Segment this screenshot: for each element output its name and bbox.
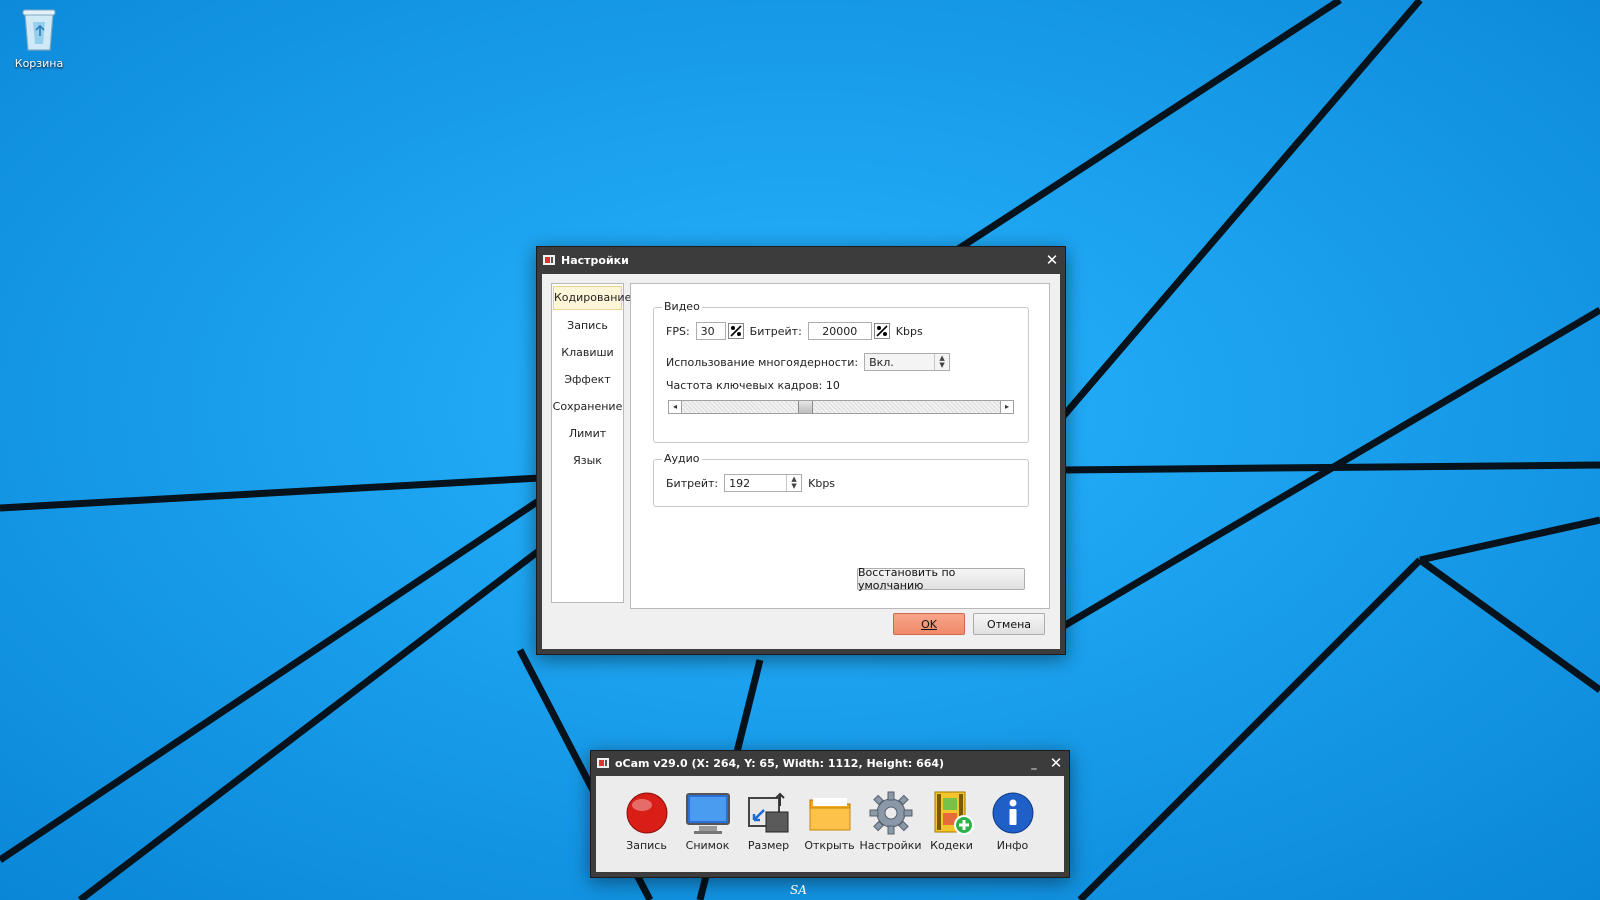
- fps-label: FPS:: [666, 324, 690, 338]
- nav-item-encoding[interactable]: Кодирование: [553, 286, 631, 310]
- ocam-close-button[interactable]: ✕: [1043, 752, 1069, 774]
- video-bitrate-input[interactable]: 20000: [807, 322, 872, 340]
- ocam-toolbar: Запись Снимок Размер Открыть Настройки К…: [596, 776, 1064, 872]
- monitor-icon: [685, 793, 730, 834]
- multicore-select[interactable]: Вкл. ▲ ▼: [864, 353, 951, 371]
- settings-titlebar[interactable]: Настройки ✕: [537, 247, 1065, 273]
- screenshot-label: Снимок: [685, 839, 730, 852]
- video-bitrate-value: 20000: [822, 324, 858, 338]
- nav-item-saving[interactable]: Сохранение: [552, 393, 623, 420]
- video-bitrate-unit: Kbps: [895, 324, 923, 338]
- audio-bitrate-value: 192: [729, 476, 751, 490]
- info-button[interactable]: Инфо: [982, 776, 1043, 872]
- keyframe-label: Частота ключевых кадров: 10: [666, 379, 840, 392]
- nav-item-language[interactable]: Язык: [552, 447, 623, 474]
- nav-item-effect[interactable]: Эффект: [552, 366, 623, 393]
- recycle-bin-shortcut[interactable]: Корзина: [10, 6, 68, 70]
- codecs-button[interactable]: Кодеки: [921, 776, 982, 872]
- multicore-row: Использование многоядерности: Вкл. ▲ ▼: [666, 353, 951, 371]
- keyframe-slider[interactable]: ◂ ▸: [668, 400, 1014, 414]
- audio-bitrate-label: Битрейт:: [666, 476, 719, 490]
- multicore-label: Использование многоядерности:: [666, 355, 859, 369]
- settings-title: Настройки: [561, 253, 629, 267]
- audio-group: Аудио Битрейт: 192 ▲ ▼ Kbps: [653, 452, 1029, 507]
- encoding-panel: Видео FPS: 30 Битрейт: 20000 Kbps Исполь…: [630, 283, 1050, 609]
- settings-button[interactable]: Настройки: [859, 776, 922, 872]
- screenshot-button[interactable]: Снимок: [677, 776, 738, 872]
- keyframe-row: Частота ключевых кадров: 10: [666, 379, 840, 392]
- recycle-bin-icon: [22, 9, 56, 51]
- keyframe-slider-thumb[interactable]: [797, 401, 813, 413]
- settings-label: Настройки: [859, 839, 922, 852]
- resize-icon: [747, 792, 788, 833]
- info-icon: [992, 792, 1033, 834]
- settings-close-button[interactable]: ✕: [1039, 249, 1065, 271]
- audio-bitrate-unit: Kbps: [808, 476, 836, 490]
- settings-dialog: Настройки ✕ Кодирование Запись Клавиши Э…: [536, 246, 1066, 655]
- minimize-button[interactable]: _: [1025, 757, 1043, 770]
- audio-bitrate-input[interactable]: 192 ▲ ▼: [724, 474, 803, 492]
- settings-client-area: Кодирование Запись Клавиши Эффект Сохран…: [542, 274, 1060, 649]
- slider-left-arrow-icon[interactable]: ◂: [669, 401, 682, 413]
- nav-item-limit[interactable]: Лимит: [552, 420, 623, 447]
- folder-icon: [809, 798, 850, 831]
- taskbar-label: SA: [790, 883, 807, 897]
- cancel-button[interactable]: Отмена: [973, 613, 1045, 635]
- ocam-titlebar[interactable]: oCam v29.0 (X: 264, Y: 65, Width: 1112, …: [591, 751, 1069, 775]
- multicore-value: Вкл.: [869, 355, 894, 369]
- resize-label: Размер: [747, 839, 790, 852]
- record-label: Запись: [626, 839, 667, 852]
- codec-film-icon: [934, 791, 974, 835]
- nav-item-hotkeys[interactable]: Клавиши: [552, 339, 623, 366]
- multicore-spin-icon[interactable]: ▲ ▼: [934, 354, 949, 370]
- close-icon: ✕: [1049, 754, 1063, 772]
- codecs-label: Кодеки: [930, 839, 973, 852]
- video-bitrate-label: Битрейт:: [749, 324, 802, 338]
- open-button[interactable]: Открыть: [799, 776, 860, 872]
- bitrate-percent-button[interactable]: [873, 323, 890, 339]
- audio-bitrate-row: Битрейт: 192 ▲ ▼ Kbps: [666, 474, 835, 492]
- restore-defaults-button[interactable]: Восстановить по умолчанию: [857, 566, 1025, 592]
- ok-label: OK: [921, 617, 937, 631]
- ocam-app-icon: [543, 255, 555, 265]
- fps-percent-button[interactable]: [727, 323, 744, 339]
- nav-item-recording[interactable]: Запись: [552, 312, 623, 339]
- record-button[interactable]: Запись: [616, 776, 677, 872]
- close-icon: ✕: [1045, 251, 1059, 269]
- audio-spin-icon[interactable]: ▲ ▼: [786, 475, 801, 491]
- info-label: Инфо: [996, 839, 1029, 852]
- slider-right-arrow-icon[interactable]: ▸: [1000, 401, 1013, 413]
- fps-value: 30: [700, 324, 715, 338]
- ocam-window: oCam v29.0 (X: 264, Y: 65, Width: 1112, …: [590, 750, 1070, 878]
- video-group-title: Видео: [662, 300, 702, 313]
- open-label: Открыть: [804, 839, 855, 852]
- record-icon: [626, 792, 667, 834]
- ok-button[interactable]: OK: [893, 613, 965, 635]
- percent-icon: [873, 323, 890, 339]
- ocam-app-icon: [597, 758, 609, 768]
- resize-button[interactable]: Размер: [738, 776, 799, 872]
- fps-input[interactable]: 30: [695, 322, 726, 340]
- video-fps-bitrate-row: FPS: 30 Битрейт: 20000 Kbps: [666, 322, 923, 340]
- video-group: Видео FPS: 30 Битрейт: 20000 Kbps Исполь…: [653, 300, 1029, 443]
- recycle-bin-label: Корзина: [14, 57, 64, 70]
- audio-group-title: Аудио: [662, 452, 702, 465]
- gear-icon: [869, 791, 912, 835]
- ocam-title: oCam v29.0 (X: 264, Y: 65, Width: 1112, …: [615, 756, 945, 770]
- percent-icon: [727, 323, 744, 339]
- settings-nav: Кодирование Запись Клавиши Эффект Сохран…: [551, 283, 631, 603]
